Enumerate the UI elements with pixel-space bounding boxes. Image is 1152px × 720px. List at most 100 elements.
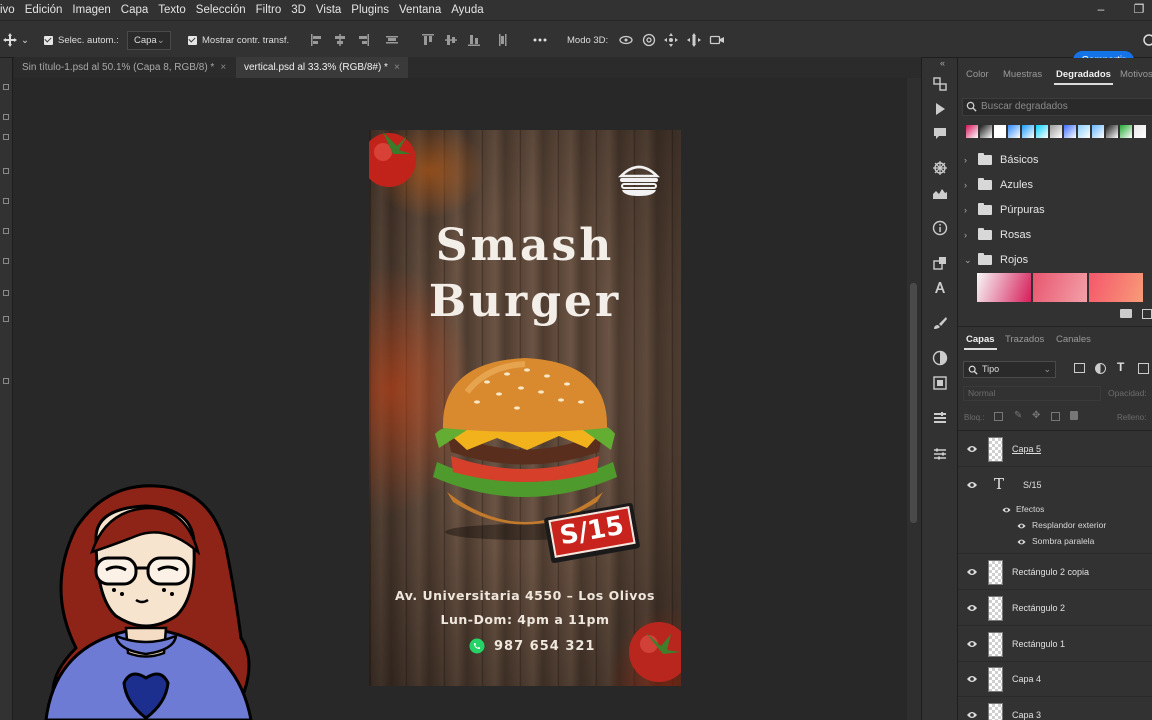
- visibility-eye-icon[interactable]: [966, 674, 978, 684]
- layer-row[interactable]: T S/15: [958, 468, 1152, 503]
- comments-icon[interactable]: [932, 125, 948, 141]
- tool-icon[interactable]: [3, 134, 9, 140]
- gradient-swatch[interactable]: [1008, 125, 1020, 138]
- video-camera-icon[interactable]: [709, 32, 725, 48]
- search-icon[interactable]: [1142, 33, 1152, 49]
- gradient-swatch[interactable]: [1064, 125, 1076, 138]
- gradient-swatch[interactable]: [966, 125, 978, 138]
- tab-motivos[interactable]: Motivos: [1120, 63, 1152, 87]
- orbit-3d-icon[interactable]: [618, 32, 634, 48]
- tool-icon[interactable]: [3, 290, 9, 296]
- tab-muestras[interactable]: Muestras: [1003, 63, 1042, 87]
- canvas-scrollbar[interactable]: [907, 78, 921, 720]
- gradient-swatch[interactable]: [1120, 125, 1132, 138]
- lock-position-icon[interactable]: ✥: [1032, 410, 1040, 421]
- adjustments-icon[interactable]: [932, 350, 948, 366]
- close-icon[interactable]: ×: [394, 62, 400, 73]
- new-gradient-icon[interactable]: [1142, 309, 1152, 319]
- menu-ayuda[interactable]: Ayuda: [446, 4, 488, 16]
- gradient-preset[interactable]: [1033, 273, 1087, 302]
- menu-ventana[interactable]: Ventana: [394, 4, 446, 16]
- layer-name[interactable]: Capa 5: [1012, 444, 1041, 454]
- lock-transparent-icon[interactable]: [994, 412, 1003, 421]
- visibility-eye-icon[interactable]: [1016, 522, 1027, 530]
- sliders-icon[interactable]: [932, 446, 948, 462]
- slide-3d-icon[interactable]: [686, 32, 702, 48]
- align-center-icon[interactable]: [332, 32, 348, 48]
- tab-degradados[interactable]: Degradados: [1054, 63, 1113, 87]
- tab-sin-titulo[interactable]: Sin título-1.psd al 50.1% (Capa 8, RGB/8…: [14, 57, 234, 78]
- visibility-eye-icon[interactable]: [966, 639, 978, 649]
- align-left-icon[interactable]: [309, 32, 325, 48]
- poster-artwork[interactable]: Smash Burger S/15 Av. Universitaria 4550…: [369, 130, 681, 686]
- align-middle-icon[interactable]: [443, 32, 459, 48]
- distribute-vertical-icon[interactable]: [495, 32, 511, 48]
- histogram-icon[interactable]: [932, 185, 948, 201]
- tool-icon[interactable]: [3, 198, 9, 204]
- tool-icon[interactable]: [3, 316, 9, 322]
- filter-pixel-icon[interactable]: [1074, 363, 1085, 373]
- history-icon[interactable]: [932, 76, 948, 92]
- gradient-folder-purpuras[interactable]: › Púrpuras: [958, 198, 1152, 222]
- auto-select-checkbox[interactable]: [44, 35, 53, 45]
- menu-seleccion[interactable]: Selección: [191, 4, 251, 16]
- auto-select-dropdown[interactable]: Capa ⌄: [127, 30, 171, 50]
- gradient-swatch[interactable]: [980, 125, 992, 138]
- visibility-eye-icon[interactable]: [966, 444, 978, 454]
- menu-vista[interactable]: Vista: [311, 4, 346, 16]
- blend-mode-dropdown[interactable]: Normal: [963, 386, 1101, 401]
- gradient-swatch[interactable]: [994, 125, 1006, 138]
- layer-name[interactable]: Capa 4: [1012, 674, 1041, 684]
- visibility-eye-icon[interactable]: [966, 710, 978, 720]
- layer-name[interactable]: S/15: [1023, 480, 1042, 490]
- gradient-swatch[interactable]: [1050, 125, 1062, 138]
- distribute-icon[interactable]: [384, 32, 400, 48]
- scrollbar-thumb[interactable]: [910, 283, 917, 523]
- more-options-icon[interactable]: [532, 32, 548, 48]
- menu-edicion[interactable]: Edición: [20, 4, 68, 16]
- gradient-preset[interactable]: [977, 273, 1031, 302]
- layer-row[interactable]: Rectángulo 1: [958, 627, 1152, 662]
- tool-icon[interactable]: [3, 378, 9, 384]
- menu-capa[interactable]: Capa: [116, 4, 154, 16]
- gradient-search-input[interactable]: Buscar degradados: [962, 98, 1152, 116]
- layer-name[interactable]: Capa 3: [1012, 710, 1041, 720]
- tool-icon[interactable]: [3, 228, 9, 234]
- layer-row[interactable]: Capa 3: [958, 698, 1152, 720]
- libraries-icon[interactable]: [932, 375, 948, 391]
- tool-icon[interactable]: [3, 84, 9, 90]
- tab-trazados[interactable]: Trazados: [1005, 328, 1044, 352]
- restore-icon[interactable]: ❐: [1124, 0, 1152, 20]
- filter-text-icon[interactable]: T: [1117, 360, 1124, 374]
- visibility-eye-icon[interactable]: [966, 603, 978, 613]
- menu-3d[interactable]: 3D: [286, 4, 311, 16]
- tab-vertical[interactable]: vertical.psd al 33.3% (RGB/8#) * ×: [236, 57, 408, 78]
- minimize-icon[interactable]: –: [1086, 0, 1116, 20]
- menu-filtro[interactable]: Filtro: [251, 4, 287, 16]
- lock-all-icon[interactable]: [1070, 411, 1078, 420]
- clone-source-icon[interactable]: [932, 255, 948, 271]
- gradient-swatch[interactable]: [1036, 125, 1048, 138]
- new-folder-icon[interactable]: [1120, 309, 1132, 318]
- info-icon[interactable]: [932, 220, 948, 236]
- layer-name[interactable]: Rectángulo 2: [1012, 603, 1065, 613]
- layer-row[interactable]: Rectángulo 2: [958, 591, 1152, 626]
- play-action-icon[interactable]: [932, 101, 948, 117]
- gradient-folder-rojos[interactable]: ⌄ Rojos: [958, 248, 1152, 272]
- tool-icon[interactable]: [3, 168, 9, 174]
- menu-texto[interactable]: Texto: [153, 4, 191, 16]
- tool-preset-chevron-icon[interactable]: ⌄: [21, 21, 29, 59]
- tool-icon[interactable]: [3, 258, 9, 264]
- gradient-swatch[interactable]: [1106, 125, 1118, 138]
- visibility-eye-icon[interactable]: [1016, 538, 1027, 546]
- layer-name[interactable]: Rectángulo 2 copia: [1012, 567, 1089, 577]
- gradient-folder-rosas[interactable]: › Rosas: [958, 223, 1152, 247]
- align-right-icon[interactable]: [355, 32, 371, 48]
- gradient-preset[interactable]: [1089, 273, 1143, 302]
- visibility-eye-icon[interactable]: [966, 567, 978, 577]
- visibility-eye-icon[interactable]: [1001, 506, 1012, 514]
- layer-row[interactable]: Capa 5: [958, 432, 1152, 467]
- effect-row[interactable]: Resplandor exterior: [958, 518, 1152, 534]
- effect-row[interactable]: Sombra paralela: [958, 534, 1152, 554]
- layer-name[interactable]: Rectángulo 1: [1012, 639, 1065, 649]
